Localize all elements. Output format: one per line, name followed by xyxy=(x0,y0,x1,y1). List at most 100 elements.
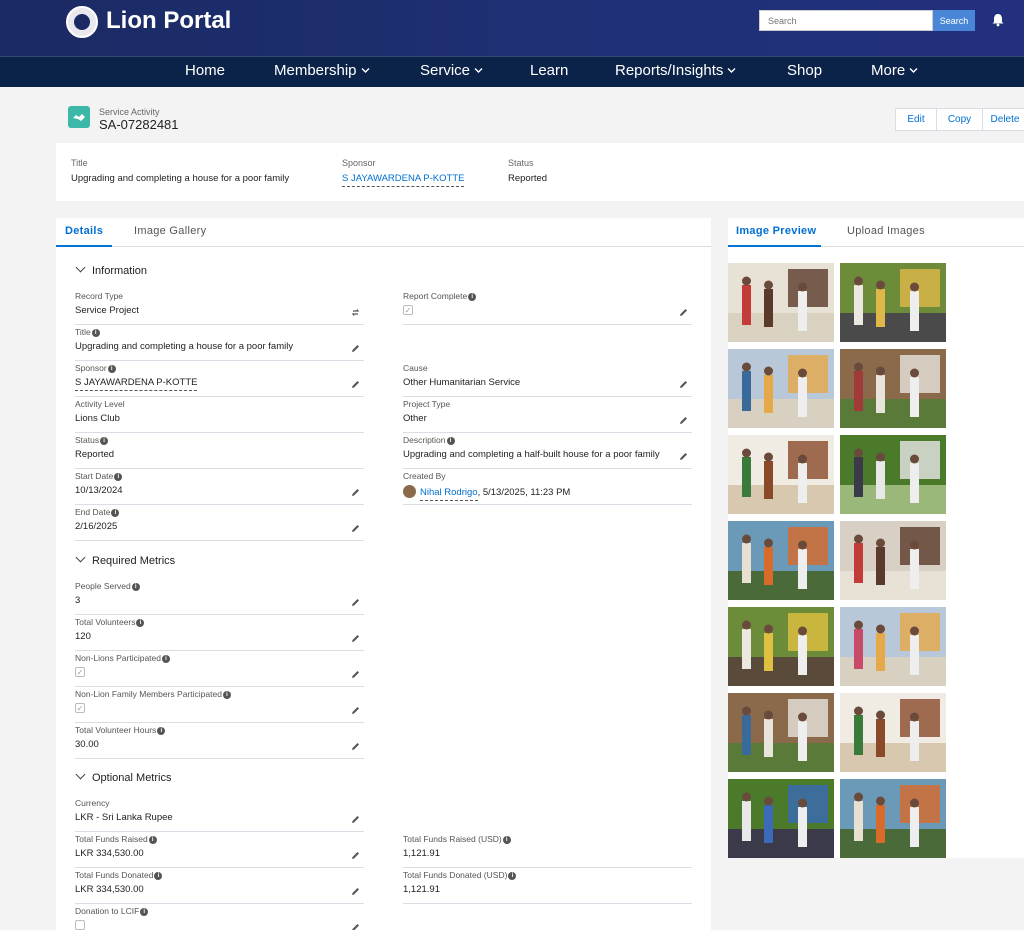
edit-button[interactable]: Edit xyxy=(895,108,937,131)
copy-button[interactable]: Copy xyxy=(936,108,983,131)
info-icon[interactable]: i xyxy=(162,655,170,663)
field-label: Non-Lions Participated i xyxy=(75,653,170,663)
pencil-icon[interactable] xyxy=(351,706,360,715)
tab-upload-images[interactable]: Upload Images xyxy=(847,225,925,237)
image-thumbnail[interactable] xyxy=(840,607,946,686)
image-thumbnail[interactable] xyxy=(728,435,834,514)
field-value: 120 xyxy=(75,631,91,642)
highlight-sponsor-link[interactable]: S JAYAWARDENA P-KOTTE xyxy=(342,173,465,187)
tab-image-gallery[interactable]: Image Gallery xyxy=(134,225,206,237)
details-panel: Details Image Gallery Information Requir… xyxy=(56,218,711,930)
pencil-icon[interactable] xyxy=(351,634,360,643)
info-icon[interactable]: i xyxy=(468,293,477,301)
tab-details-indicator xyxy=(56,245,112,247)
field-value[interactable]: S JAYAWARDENA P-KOTTE xyxy=(75,377,198,391)
info-icon[interactable]: i xyxy=(148,836,157,844)
section-optional-header[interactable]: Optional Metrics xyxy=(75,769,171,784)
search-input[interactable] xyxy=(759,10,933,31)
section-required-title: Required Metrics xyxy=(92,555,176,567)
nav-item-learn[interactable]: Learn xyxy=(530,62,568,79)
field-description: Description i Upgrading and completing a h… xyxy=(403,435,692,469)
info-icon[interactable]: i xyxy=(446,437,455,445)
checkbox[interactable] xyxy=(75,920,85,930)
nav-item-label: Reports/Insights xyxy=(615,62,724,79)
nav-item-home[interactable]: Home xyxy=(185,62,225,79)
field-cause: Cause Other Humanitarian Service xyxy=(403,363,692,397)
bell-icon[interactable] xyxy=(991,13,1005,27)
pencil-icon[interactable] xyxy=(679,452,688,461)
field-report-complete: Report Complete i ✓ xyxy=(403,291,692,325)
lions-logo-icon[interactable] xyxy=(66,6,98,38)
image-thumbnail[interactable] xyxy=(728,263,834,342)
info-icon[interactable]: i xyxy=(114,473,123,481)
tab-image-preview[interactable]: Image Preview xyxy=(736,225,816,237)
pencil-icon[interactable] xyxy=(679,416,688,425)
info-icon[interactable]: i xyxy=(157,727,166,735)
field-value: 10/13/2024 xyxy=(75,485,123,496)
field-non-lions-participated: Non-Lions Participated i ✓ xyxy=(75,653,364,687)
nav-item-membership[interactable]: Membership xyxy=(274,62,370,79)
pencil-icon[interactable] xyxy=(351,344,360,353)
section-information-header[interactable]: Information xyxy=(75,262,147,277)
info-icon[interactable]: i xyxy=(91,329,100,337)
nav-item-service[interactable]: Service xyxy=(420,62,483,79)
section-required-header[interactable]: Required Metrics xyxy=(75,552,176,567)
pencil-icon[interactable] xyxy=(351,815,360,824)
image-thumbnail[interactable] xyxy=(728,349,834,428)
image-thumbnail[interactable] xyxy=(840,693,946,772)
field-value: LKR - Sri Lanka Rupee xyxy=(75,812,173,823)
info-icon[interactable]: i xyxy=(222,691,231,699)
checkbox[interactable]: ✓ xyxy=(75,703,85,713)
image-thumbnail[interactable] xyxy=(840,435,946,514)
search-button[interactable]: Search xyxy=(933,10,975,31)
created-by-link[interactable]: Nihal Rodrigo xyxy=(420,487,478,501)
image-thumbnail[interactable] xyxy=(728,521,834,600)
pencil-icon[interactable] xyxy=(679,308,688,317)
main-nav: Home Membership Service Learn Reports/Insigh… xyxy=(0,56,1024,87)
nav-item-reports-insights[interactable]: Reports/Insights xyxy=(615,62,736,79)
info-icon[interactable]: i xyxy=(154,872,163,880)
info-icon[interactable]: i xyxy=(508,872,517,880)
image-thumbnail[interactable] xyxy=(840,779,946,858)
info-icon[interactable]: i xyxy=(107,365,116,373)
info-icon[interactable]: i xyxy=(131,583,140,591)
info-icon[interactable]: i xyxy=(136,619,145,627)
info-icon[interactable]: i xyxy=(100,437,109,445)
chevron-down-icon xyxy=(909,68,918,73)
pencil-icon[interactable] xyxy=(351,851,360,860)
site-header: Lion Portal Search xyxy=(0,0,1024,56)
pencil-icon[interactable] xyxy=(351,670,360,679)
field-label: Total Volunteers i xyxy=(75,617,145,627)
pencil-icon[interactable] xyxy=(351,380,360,389)
field-non-lion-family-members-participated: Non-Lion Family Members Participated i ✓ xyxy=(75,689,364,723)
image-thumbnail[interactable] xyxy=(840,521,946,600)
pencil-icon[interactable] xyxy=(351,742,360,751)
image-thumbnail[interactable] xyxy=(728,693,834,772)
info-icon[interactable]: i xyxy=(140,908,149,916)
field-created-by: Created By Nihal Rodrigo, 5/13/2025, 11:2… xyxy=(403,471,692,505)
nav-item-shop[interactable]: Shop xyxy=(787,62,822,79)
pencil-icon[interactable] xyxy=(351,598,360,607)
brand-name[interactable]: Lion Portal xyxy=(106,7,231,35)
tab-details[interactable]: Details xyxy=(65,225,103,237)
field-value: 3 xyxy=(75,595,81,606)
pencil-icon[interactable] xyxy=(679,380,688,389)
field-label: Donation to LCIF i xyxy=(75,906,149,916)
image-thumbnail[interactable] xyxy=(728,607,834,686)
delete-button[interactable]: Delete xyxy=(982,108,1024,131)
pencil-icon[interactable] xyxy=(351,887,360,896)
nav-item-more[interactable]: More xyxy=(871,62,918,79)
highlights-panel: Title Upgrading and completing a house f… xyxy=(56,143,1024,201)
image-thumbnail[interactable] xyxy=(728,779,834,858)
info-icon[interactable]: i xyxy=(111,509,120,517)
field-value: Lions Club xyxy=(75,413,120,424)
image-thumbnail[interactable] xyxy=(840,349,946,428)
pencil-icon[interactable] xyxy=(351,524,360,533)
pencil-icon[interactable] xyxy=(351,923,360,930)
image-thumbnail[interactable] xyxy=(840,263,946,342)
info-icon[interactable]: i xyxy=(502,836,511,844)
checkbox[interactable]: ✓ xyxy=(403,305,413,315)
checkbox[interactable]: ✓ xyxy=(75,667,85,677)
pencil-icon[interactable] xyxy=(351,488,360,497)
change-record-type-icon[interactable] xyxy=(351,308,360,317)
